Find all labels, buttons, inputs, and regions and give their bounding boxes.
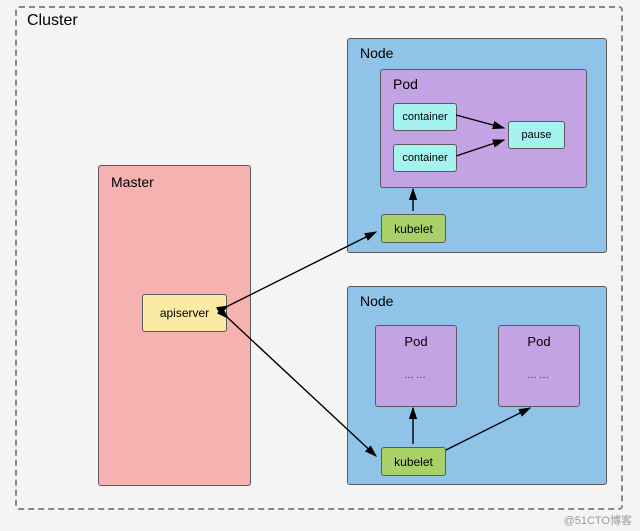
kubelet-1-box: kubelet	[381, 214, 446, 243]
node-1-box: Node Pod container container pause kubel…	[347, 38, 607, 253]
pod-detailed-box: Pod container container pause	[380, 69, 587, 188]
master-box: Master apiserver	[98, 165, 251, 486]
apiserver-box: apiserver	[142, 294, 227, 332]
container-bottom-box: container	[393, 144, 457, 172]
cluster-label: Cluster	[27, 12, 78, 30]
watermark-text: @51CTO博客	[564, 512, 632, 528]
pod-small-left-dots: ……	[376, 370, 456, 381]
pause-box: pause	[508, 121, 565, 149]
pod-small-right-box: Pod ……	[498, 325, 580, 407]
node-2-box: Node Pod …… Pod …… kubelet	[347, 286, 607, 485]
pod-small-right-dots: ……	[499, 370, 579, 381]
node-1-label: Node	[360, 45, 393, 61]
pod-detailed-label: Pod	[393, 76, 418, 92]
kubelet-2-box: kubelet	[381, 447, 446, 476]
pod-small-left-box: Pod ……	[375, 325, 457, 407]
master-label: Master	[111, 174, 154, 190]
node-2-label: Node	[360, 293, 393, 309]
pod-small-left-label: Pod	[376, 334, 456, 349]
pod-small-right-label: Pod	[499, 334, 579, 349]
container-top-box: container	[393, 103, 457, 131]
